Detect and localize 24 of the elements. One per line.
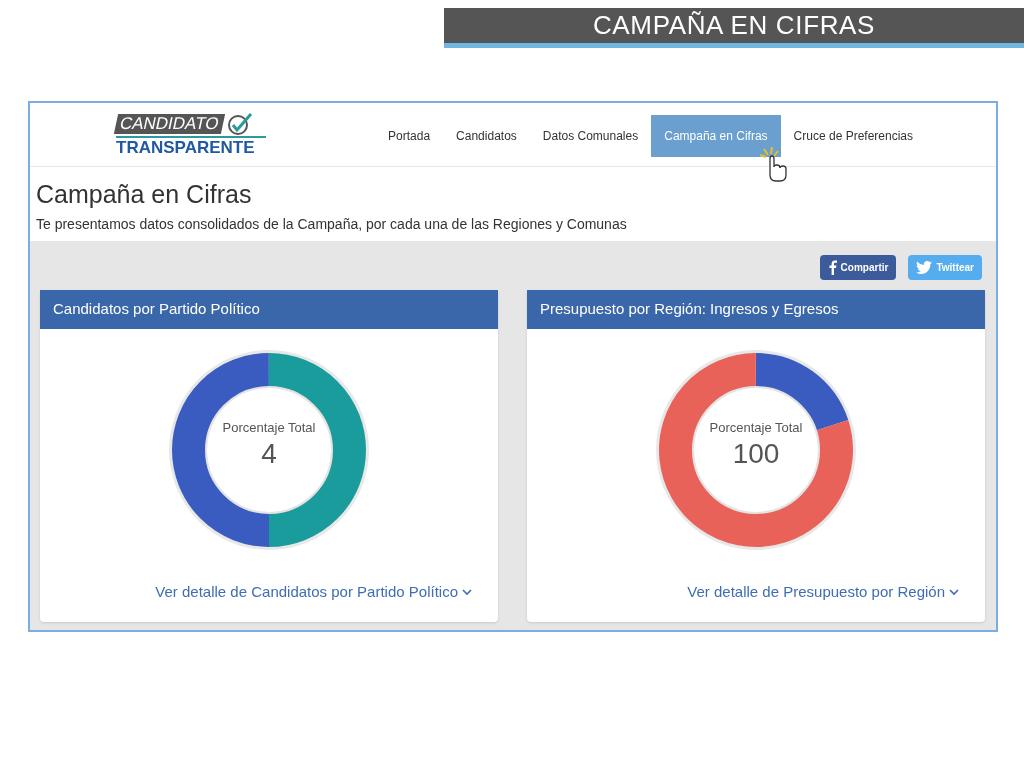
chevron-down-icon <box>949 588 959 596</box>
donut-center-label: Porcentaje Total <box>709 419 803 438</box>
nav-link[interactable]: Portada <box>375 115 444 157</box>
page-subtitle: Te presentamos datos consolidados de la Campaña, por cada una de las Regiones y Comunas <box>36 215 628 234</box>
card-title: Candidatos por Partido Político <box>53 299 260 320</box>
nav-link[interactable]: Datos Comunales <box>529 115 652 157</box>
bird-icon <box>916 261 933 274</box>
slide-title: CAMPAÑA EN CIFRAS <box>592 9 876 42</box>
facebook-icon <box>827 260 837 275</box>
logo-text: TRANSPARENTE <box>116 136 266 157</box>
card-title: Presupuesto por Región: Ingresos y Egresos <box>540 299 839 320</box>
logo-text: CANDIDATO <box>113 114 225 134</box>
nav-link[interactable]: Cruce de Preferencias <box>780 115 926 157</box>
detail-link[interactable]: Ver detalle de Candidatos por Partido Político <box>155 581 472 604</box>
facebook-share-button[interactable]: Compartir <box>819 255 897 280</box>
nav-link[interactable]: Candidatos <box>443 115 530 157</box>
check-icon <box>226 112 253 136</box>
page-title: Campaña en Cifras <box>36 179 253 209</box>
detail-link[interactable]: Ver detalle de Presupuesto por Región <box>687 581 959 604</box>
donut-center-value: 100 <box>732 437 780 470</box>
chevron-down-icon <box>462 588 472 596</box>
donut-center-label: Porcentaje Total <box>222 419 316 438</box>
donut-center-value: 4 <box>261 437 277 470</box>
hand-cursor-icon <box>758 147 788 183</box>
